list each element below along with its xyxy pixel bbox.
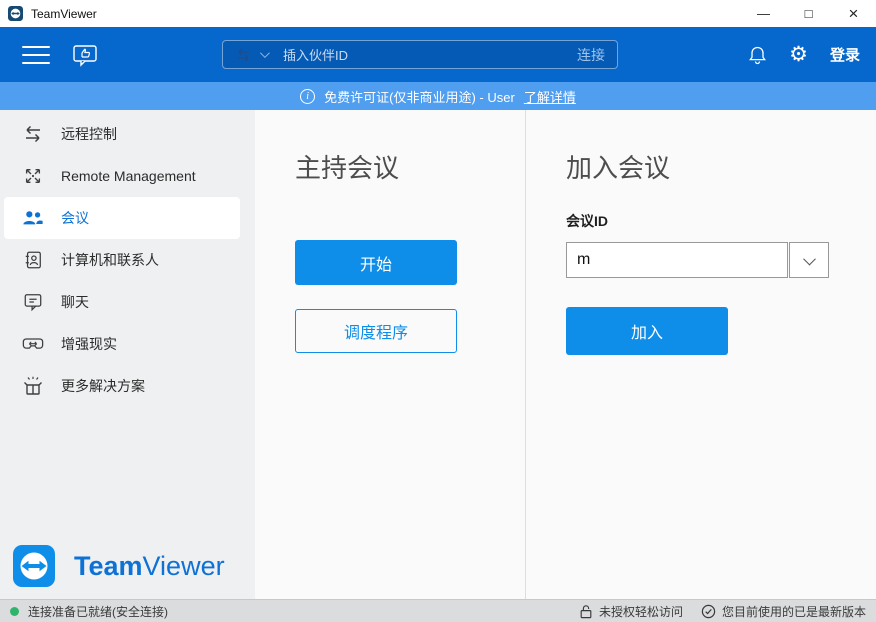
meeting-id-row: [566, 242, 876, 278]
chevron-down-icon[interactable]: [260, 48, 270, 58]
status-green-dot-icon: [10, 607, 19, 616]
minimize-button[interactable]: —: [741, 0, 786, 27]
login-button[interactable]: 登录: [830, 44, 860, 65]
sidebar: 远程控制 Remote Management: [0, 110, 255, 599]
meeting-id-input[interactable]: [566, 242, 788, 278]
info-icon: i: [300, 89, 315, 104]
meeting-id-label: 会议ID: [566, 211, 876, 231]
teamviewer-window: TeamViewer — □ × 插入伙伴ID 连接: [0, 0, 876, 622]
sidebar-item-label: 会议: [61, 208, 89, 228]
window-controls: — □ ×: [741, 0, 876, 27]
join-meeting-panel: 加入会议 会议ID 加入: [525, 110, 876, 599]
title-bar: TeamViewer — □ ×: [0, 0, 876, 27]
sidebar-item-augmented-reality[interactable]: 增强现实: [4, 323, 240, 365]
sidebar-item-chat[interactable]: 聊天: [4, 281, 240, 323]
sidebar-item-remote-management[interactable]: Remote Management: [4, 155, 240, 197]
swap-arrows-icon: [235, 48, 252, 62]
host-meeting-panel: 主持会议 开始 调度程序: [255, 110, 525, 599]
sidebar-item-label: 更多解决方案: [61, 376, 145, 396]
close-button[interactable]: ×: [831, 0, 876, 27]
easy-access-status[interactable]: 未授权轻松访问: [579, 603, 683, 620]
version-text: 您目前使用的已是最新版本: [722, 603, 866, 620]
logo-text-regular: Viewer: [143, 551, 225, 581]
sidebar-nav: 远程控制 Remote Management: [0, 110, 255, 407]
open-padlock-icon: [579, 604, 593, 619]
sidebar-item-label: 远程控制: [61, 124, 117, 144]
sidebar-item-label: 计算机和联系人: [61, 250, 159, 270]
top-menu-bar: 插入伙伴ID 连接 ⚙ 登录: [0, 27, 876, 82]
teamviewer-logo-icon: [13, 545, 55, 587]
teamviewer-logo: TeamViewer: [13, 545, 225, 587]
join-meeting-button[interactable]: 加入: [566, 307, 728, 355]
menu-icon[interactable]: [22, 46, 50, 64]
sidebar-item-label: 增强现实: [61, 334, 117, 354]
meeting-icon: [22, 207, 44, 229]
contacts-icon: [22, 249, 44, 271]
connect-button[interactable]: 连接: [577, 45, 605, 65]
more-solutions-icon: [22, 375, 44, 397]
version-status[interactable]: 您目前使用的已是最新版本: [701, 603, 866, 620]
license-message: 免费许可证(仅非商业用途) - User: [324, 87, 515, 106]
sidebar-item-meeting[interactable]: 会议: [4, 197, 240, 239]
license-notification-bar: i 免费许可证(仅非商业用途) - User 了解详情: [0, 82, 876, 110]
augmented-reality-icon: [22, 333, 44, 355]
learn-more-link[interactable]: 了解详情: [524, 87, 576, 106]
feedback-icon[interactable]: [72, 43, 98, 67]
remote-management-icon: [22, 165, 44, 187]
chevron-down-icon: [803, 252, 816, 265]
meeting-id-dropdown-button[interactable]: [789, 242, 829, 278]
partner-id-box[interactable]: 插入伙伴ID 连接: [222, 40, 618, 69]
sidebar-item-more-solutions[interactable]: 更多解决方案: [4, 365, 240, 407]
start-meeting-button[interactable]: 开始: [295, 240, 457, 285]
connection-status-text: 连接准备已就绪(安全连接): [28, 603, 168, 620]
join-meeting-title: 加入会议: [566, 148, 876, 185]
connection-status: 连接准备已就绪(安全连接): [10, 603, 168, 620]
sidebar-item-label: 聊天: [61, 292, 89, 312]
remote-control-icon: [22, 123, 44, 145]
topbar-right-cluster: ⚙ 登录: [748, 42, 864, 67]
sidebar-item-remote-control[interactable]: 远程控制: [4, 113, 240, 155]
host-meeting-title: 主持会议: [295, 148, 525, 185]
check-circle-icon: [701, 604, 716, 619]
main-body: 远程控制 Remote Management: [0, 110, 876, 599]
scheduler-button[interactable]: 调度程序: [295, 309, 457, 353]
chat-icon: [22, 291, 44, 313]
easy-access-text: 未授权轻松访问: [599, 603, 683, 620]
notifications-bell-icon[interactable]: [748, 45, 767, 65]
logo-text-bold: Team: [74, 551, 143, 581]
status-right-cluster: 未授权轻松访问 您目前使用的已是最新版本: [579, 603, 866, 620]
sidebar-item-label: Remote Management: [61, 168, 196, 184]
app-title: TeamViewer: [31, 7, 97, 21]
settings-gear-icon[interactable]: ⚙: [789, 42, 808, 67]
status-bar: 连接准备已就绪(安全连接) 未授权轻松访问 您目前使用的已是最新版本: [0, 599, 876, 622]
app-logo-icon: [8, 6, 23, 21]
sidebar-item-computers-contacts[interactable]: 计算机和联系人: [4, 239, 240, 281]
maximize-button[interactable]: □: [786, 0, 831, 27]
teamviewer-logo-text: TeamViewer: [74, 551, 225, 582]
partner-id-input[interactable]: 插入伙伴ID: [283, 45, 577, 64]
